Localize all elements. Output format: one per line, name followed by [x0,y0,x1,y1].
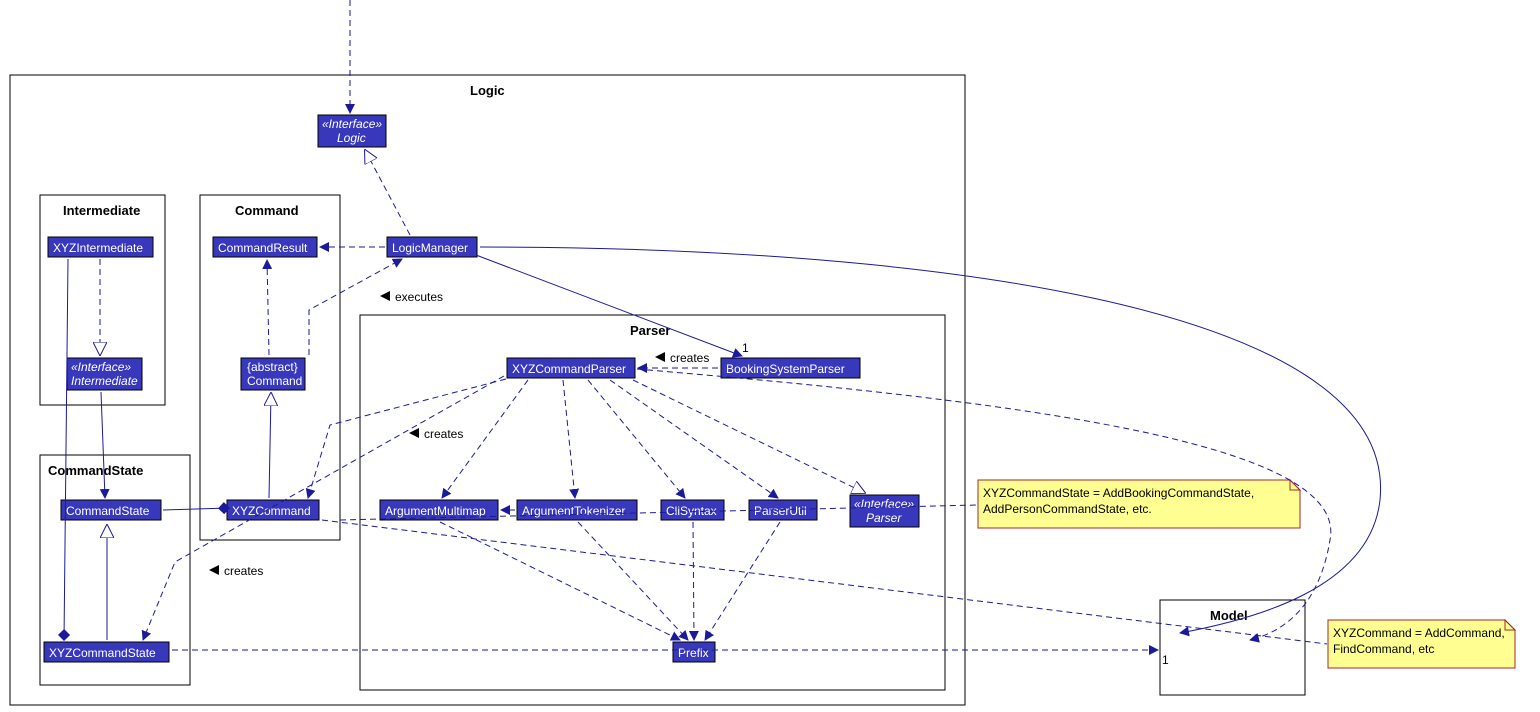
edge-logicmanager-model [480,247,1381,633]
edge-argtokenizer-prefix [578,522,688,640]
pkg-intermediate-label: Intermediate [63,203,140,218]
pkg-command-label: Command [235,203,299,218]
logic-if-stereo: «Interface» [322,117,382,131]
edge-xyzintermediate-xyzcommandstate [64,259,68,640]
edge-xyzparser-parserif [633,380,865,493]
note1-l2: AddPersonCommandState, etc. [983,502,1152,516]
intermediate-if-name: Intermediate [71,374,138,388]
edge-note2-xyzcommand [322,520,1327,644]
uml-diagram: Logic Intermediate Command CommandState … [0,0,1540,712]
edge-xyzparser-parserutil [610,380,778,498]
pkg-commandstate-label: CommandState [48,463,143,478]
note-xyzcommand: XYZCommand = AddCommand, FindCommand, et… [1328,620,1515,668]
bookingsystemparser-label: BookingSystemParser [726,362,845,376]
logicmanager-label: LogicManager [392,241,468,255]
note-xyzcommandstate: XYZCommandState = AddBookingCommandState… [978,480,1300,528]
parser-if-stereo: «Interface» [854,497,914,511]
parserutil-label: ParserUtil [754,504,807,518]
edge-logicmanager-booking [476,255,742,356]
xyzcommandstate-label: XYZCommandState [49,646,156,660]
commandresult-label: CommandResult [218,241,308,255]
edge-parserutil-prefix [705,522,780,640]
commandstate-label: CommandState [66,504,150,518]
edge-command-logicmanager [309,259,402,355]
edge-command-commandresult [267,260,269,355]
edge-xyzparser-argtokenizer [563,380,575,498]
xyzintermediate-label: XYZIntermediate [53,241,143,255]
note2-l1: XYZCommand = AddCommand, [1333,626,1505,640]
edge-intermediateif-commandstate [101,392,105,498]
edge-logicmanager-logic [365,150,410,235]
one-b-label: 1 [1162,653,1169,667]
clisyntax-label: CliSyntax [666,504,717,518]
argumenttokenizer-label: ArgumentTokenizer [522,504,625,518]
edge-xyzparser-xyzcommand [308,379,506,498]
note2-l2: FindCommand, etc [1333,642,1434,656]
pkg-parser-label: Parser [630,323,670,338]
creates3-label: creates [224,564,263,578]
logic-if-name: Logic [337,131,366,145]
abstract-stereo: {abstract} [247,360,298,374]
edge-argmultimap-prefix [440,522,680,640]
parser-if-name: Parser [866,511,902,525]
executes-label: executes [395,290,443,304]
xyzcommandparser-label: XYZCommandParser [512,362,626,376]
edge-xyzcommand-command [269,393,271,498]
note1-l1: XYZCommandState = AddBookingCommandState… [983,486,1254,500]
prefix-label: Prefix [678,646,709,660]
edge-commandstate-xyzcommand [163,508,229,510]
pkg-logic-label: Logic [470,83,505,98]
one-a-label: 1 [742,341,749,355]
pkg-logic [10,75,965,705]
edge-clisyntax-prefix [693,522,694,640]
creates2-label: creates [424,427,463,441]
xyzcommand-label: XYZCommand [232,504,311,518]
abstract-name: Command [247,374,302,388]
creates1-label: creates [670,351,709,365]
intermediate-if-stereo: «Interface» [71,360,131,374]
pkg-model-label: Model [1210,608,1248,623]
argumentmultimap-label: ArgumentMultimap [385,504,486,518]
